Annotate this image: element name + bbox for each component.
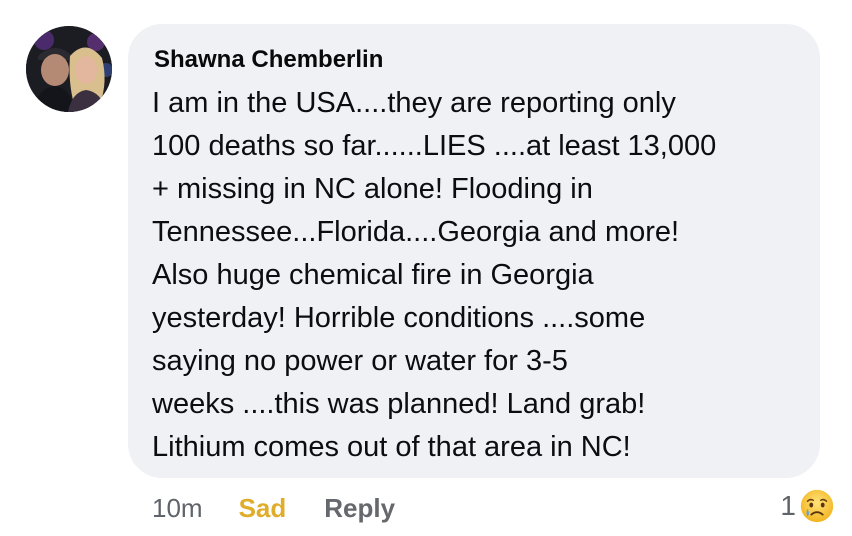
avatar[interactable]: [26, 26, 112, 112]
comment-text: I am in the USA....they are reporting on…: [152, 87, 717, 463]
comment-actions: 10m Sad Reply: [152, 490, 395, 526]
comment-timestamp[interactable]: 10m: [152, 493, 203, 524]
sad-face-emoji-icon: [798, 487, 836, 525]
comment-author[interactable]: Shawna Chemberlin: [154, 46, 383, 74]
sad-reaction-button[interactable]: Sad: [239, 493, 287, 524]
reaction-count: 1: [780, 490, 796, 521]
comment-bubble: Shawna Chemberlin I am in the USA....the…: [128, 24, 820, 478]
reaction-summary[interactable]: 1: [780, 486, 836, 526]
reply-button[interactable]: Reply: [324, 493, 395, 524]
